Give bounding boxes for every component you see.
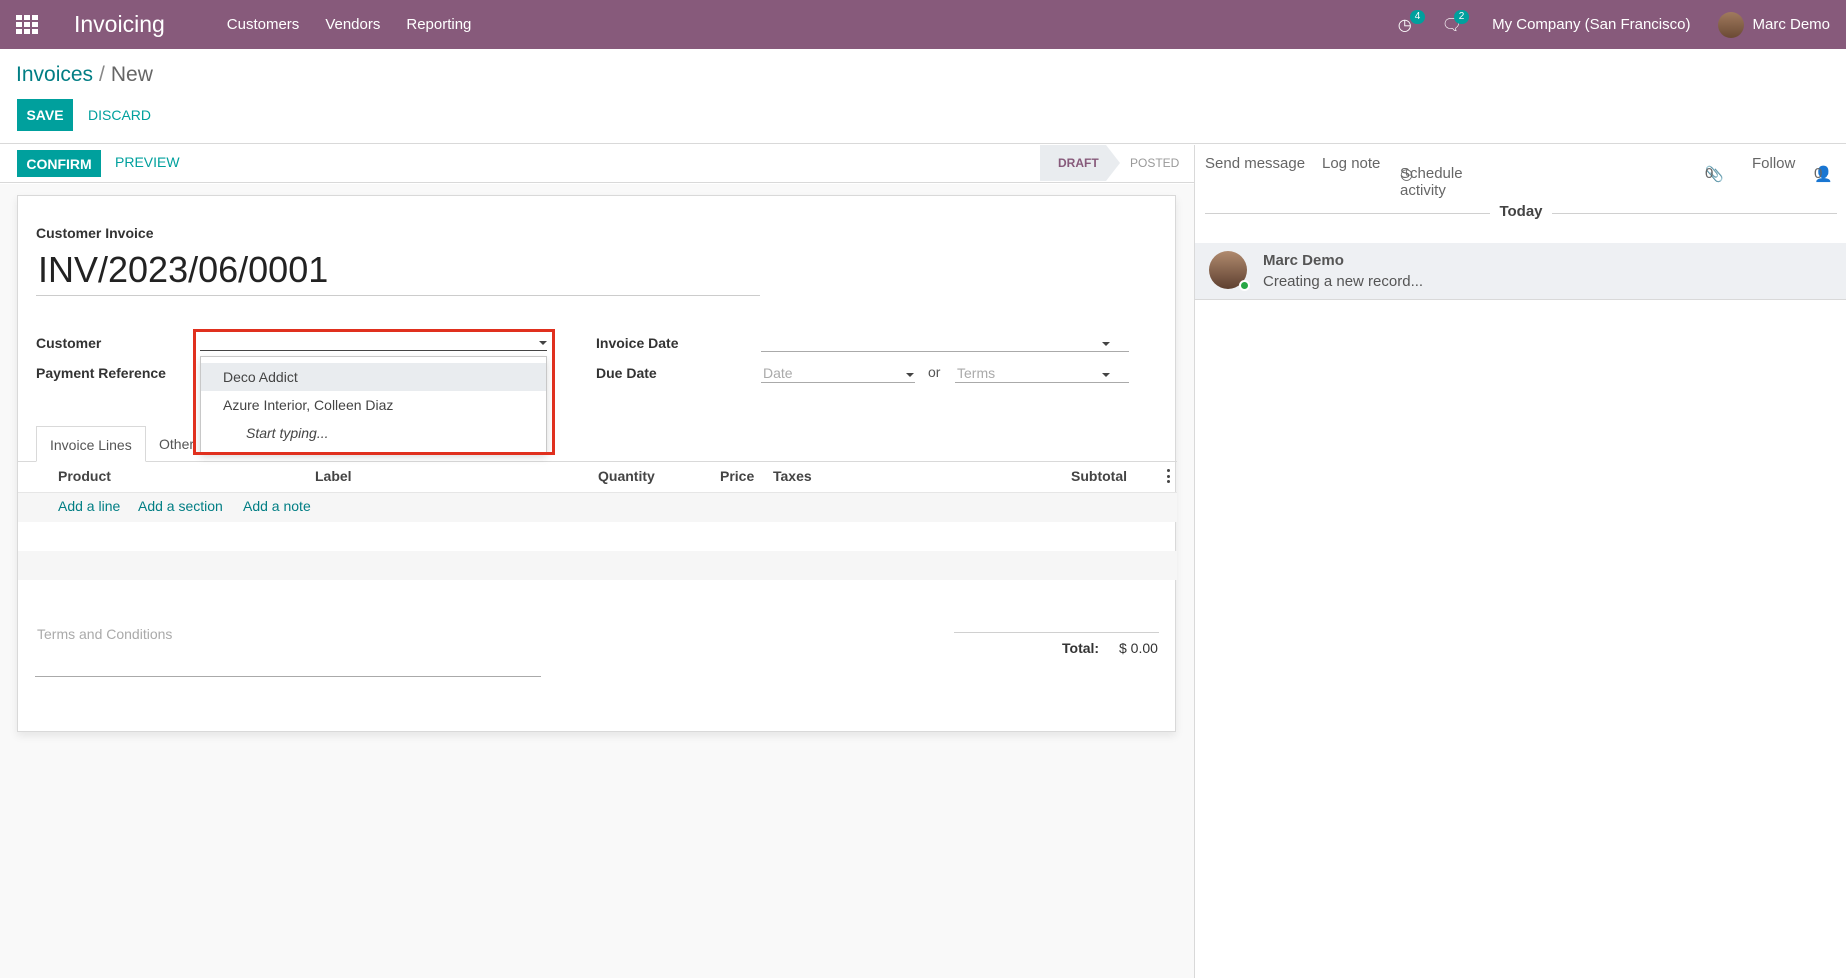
or-label: or	[928, 364, 941, 380]
add-line-link[interactable]: Add a line	[58, 498, 120, 514]
follow-button[interactable]: Follow	[1752, 155, 1795, 172]
add-note-link[interactable]: Add a note	[243, 498, 311, 514]
save-button[interactable]: SAVE	[17, 99, 73, 131]
log-note-button[interactable]: Log note	[1322, 155, 1380, 172]
day-separator: Today	[1195, 203, 1846, 220]
form-statusbar: CONFIRM PREVIEW DRAFT POSTED	[0, 145, 1194, 183]
messages-chat-icon[interactable]: 🗨 2	[1442, 9, 1470, 35]
total-value: $ 0.00	[1119, 640, 1158, 656]
payment-terms-underline	[955, 382, 1129, 383]
chatter-topbar: Send message Log note ◷ Schedule activit…	[1195, 145, 1846, 199]
terms-and-conditions-input[interactable]: Terms and Conditions	[37, 626, 172, 642]
activity-count-badge: 4	[1409, 9, 1426, 24]
tabs-baseline	[18, 461, 1177, 462]
user-avatar[interactable]	[1718, 11, 1745, 38]
total-label: Total:	[1062, 640, 1100, 656]
payment-reference-label: Payment Reference	[36, 365, 166, 381]
company-switcher[interactable]: My Company (San Francisco)	[1492, 16, 1690, 33]
top-navbar: Invoicing Customers Vendors Reporting ◷ 4…	[0, 0, 1846, 49]
payment-terms-input[interactable]: Terms	[957, 365, 995, 381]
message-count-badge: 2	[1453, 9, 1470, 24]
column-label[interactable]: Label	[315, 468, 352, 484]
highlight-box	[193, 329, 555, 455]
activity-clock-icon[interactable]: ◷ 4	[1398, 9, 1426, 35]
navbar-systray: ◷ 4 🗨 2 My Company (San Francisco) Marc De…	[1398, 0, 1830, 49]
breadcrumb-current: New	[110, 63, 153, 86]
attachments-count: 0	[1705, 165, 1714, 182]
followers-count: 0	[1814, 165, 1823, 182]
status-draft[interactable]: DRAFT	[1040, 145, 1120, 181]
due-date-label: Due Date	[596, 365, 657, 381]
message-body: Creating a new record...	[1263, 273, 1424, 290]
menu-item-customers[interactable]: Customers	[227, 16, 300, 33]
confirm-button[interactable]: CONFIRM	[17, 150, 101, 177]
invoice-date-label: Invoice Date	[596, 335, 679, 351]
breadcrumb: Invoices / New	[16, 63, 153, 87]
menu-item-vendors[interactable]: Vendors	[325, 16, 380, 33]
chatter-message: Marc Demo Creating a new record...	[1195, 243, 1846, 300]
column-options-icon[interactable]	[1167, 469, 1171, 483]
app-name[interactable]: Invoicing	[74, 11, 165, 38]
discard-button[interactable]: DISCARD	[88, 107, 151, 123]
invoice-date-input[interactable]	[761, 351, 1129, 352]
user-menu[interactable]: Marc Demo	[1752, 16, 1830, 33]
invoice-type-label: Customer Invoice	[36, 225, 154, 241]
send-message-button[interactable]: Send message	[1205, 155, 1305, 172]
message-author[interactable]: Marc Demo	[1263, 252, 1344, 269]
control-panel-divider	[0, 143, 1846, 144]
total-divider	[954, 632, 1159, 633]
tab-other-info[interactable]: Other	[159, 436, 194, 452]
breadcrumb-invoices[interactable]: Invoices	[16, 63, 93, 86]
table-row	[18, 551, 1177, 580]
chatter-panel: Send message Log note ◷ Schedule activit…	[1194, 145, 1846, 978]
apps-menu-icon[interactable]	[16, 14, 40, 35]
schedule-activity-label: Schedule activity	[1400, 165, 1463, 199]
invoice-number: INV/2023/06/0001	[36, 252, 760, 296]
customer-caret-icon[interactable]	[539, 341, 547, 345]
tab-invoice-lines[interactable]: Invoice Lines	[36, 426, 146, 462]
online-status-dot	[1239, 280, 1250, 291]
add-section-link[interactable]: Add a section	[138, 498, 223, 514]
menu-item-reporting[interactable]: Reporting	[406, 16, 471, 33]
due-date-input[interactable]: Date	[763, 365, 793, 381]
column-subtotal[interactable]: Subtotal	[1071, 468, 1127, 484]
invoice-date-caret-icon[interactable]	[1102, 342, 1110, 346]
status-posted[interactable]: POSTED	[1130, 145, 1179, 181]
terms-underline	[35, 676, 541, 677]
main-menu: Customers Vendors Reporting	[227, 16, 498, 33]
column-taxes[interactable]: Taxes	[773, 468, 812, 484]
preview-button[interactable]: PREVIEW	[115, 154, 180, 170]
column-price[interactable]: Price	[720, 468, 754, 484]
breadcrumb-separator: /	[99, 63, 105, 86]
due-date-underline	[761, 382, 915, 383]
column-quantity[interactable]: Quantity	[598, 468, 655, 484]
invoice-form-sheet: Customer Invoice INV/2023/06/0001 Custom…	[17, 195, 1177, 732]
column-product[interactable]: Product	[58, 468, 111, 484]
customer-label: Customer	[36, 335, 102, 351]
due-date-caret-icon[interactable]	[906, 373, 914, 377]
payment-terms-caret-icon[interactable]	[1102, 373, 1110, 377]
